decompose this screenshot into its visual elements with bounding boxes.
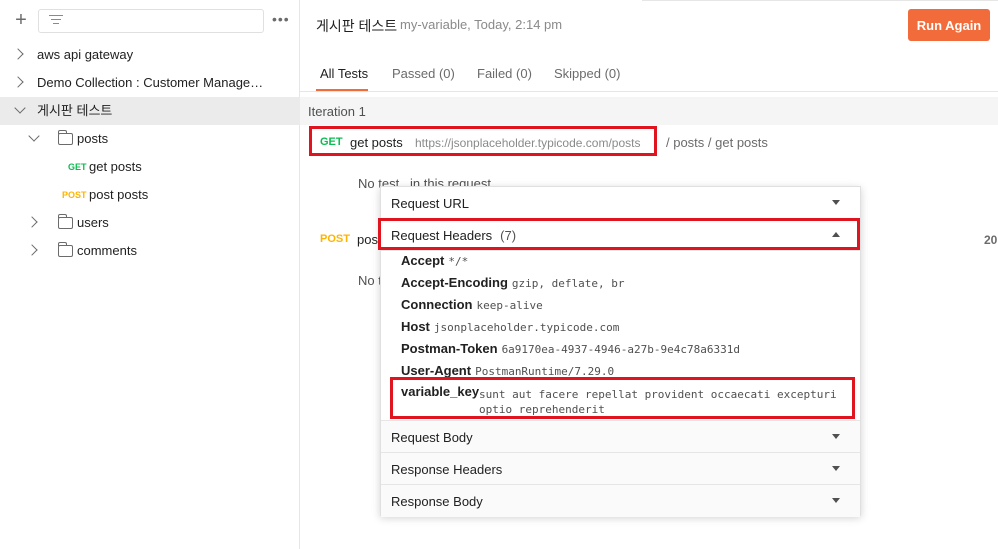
header-row: Connection keep-alive (401, 297, 543, 312)
header-row: Host jsonplaceholder.typicode.com (401, 319, 619, 334)
sidebar-item-board-test[interactable]: 게시판 테스트 (0, 97, 300, 125)
chevron-right-icon[interactable] (26, 216, 38, 228)
folder-icon (58, 214, 73, 229)
sidebar-item-demo-collection[interactable]: Demo Collection : Customer Managem... (0, 69, 300, 97)
sidebar-item-get-posts[interactable]: GET get posts (0, 153, 300, 181)
header-value: keep-alive (476, 299, 543, 312)
header-value: */* (448, 255, 469, 268)
sidebar: + ••• aws api gateway Demo Collection : … (0, 0, 300, 549)
tab-failed[interactable]: Failed (0) (477, 66, 532, 81)
folder-icon (58, 130, 73, 145)
tab-skipped[interactable]: Skipped (0) (554, 66, 620, 81)
no-test-message: No t (358, 273, 382, 288)
header-row: User-Agent PostmanRuntime/7.29.0 (401, 363, 614, 378)
header-key: Connection (401, 297, 473, 312)
header-row: Accept-Encoding gzip, deflate, br (401, 275, 625, 290)
request-path: / posts / get posts (666, 135, 768, 150)
section-label: Request URL (391, 196, 470, 211)
header-value: 6a9170ea-4937-4946-a27b-9e4c78a6331d (501, 343, 740, 356)
caret-down-icon[interactable] (832, 498, 840, 503)
header-key: Accept (401, 253, 445, 268)
response-headers-section[interactable]: Response Headers (381, 453, 860, 485)
sidebar-item-label: Demo Collection : Customer Managem... (37, 75, 269, 90)
run-meta: my-variable, Today, 2:14 pm (400, 17, 563, 32)
caret-down-icon[interactable] (832, 434, 840, 439)
sidebar-item-label: users (77, 215, 109, 230)
chevron-right-icon[interactable] (12, 48, 24, 60)
active-tab-indicator (316, 89, 368, 91)
header-key: Postman-Token (401, 341, 498, 356)
highlight-box (309, 126, 657, 156)
sidebar-item-label: post posts (89, 187, 149, 202)
folder-icon (58, 242, 73, 257)
chevron-right-icon[interactable] (12, 76, 24, 88)
sidebar-item-label: posts (77, 131, 109, 146)
chevron-down-icon[interactable] (28, 130, 40, 142)
caret-down-icon[interactable] (832, 466, 840, 471)
request-url-section[interactable]: Request URL (381, 187, 860, 219)
section-label: Response Headers (391, 462, 503, 477)
caret-down-icon[interactable] (832, 200, 840, 205)
results-header: 게시판 테스트 my-variable, Today, 2:14 pm Run … (300, 0, 998, 48)
more-options-icon[interactable]: ••• (272, 11, 290, 27)
header-key: Host (401, 319, 430, 334)
response-body-section[interactable]: Response Body (381, 485, 860, 517)
header-value: gzip, deflate, br (511, 277, 625, 290)
sidebar-item-label: 게시판 테스트 (37, 103, 113, 118)
sidebar-item-label: get posts (89, 159, 142, 174)
filter-icon[interactable] (49, 15, 63, 27)
chevron-down-icon[interactable] (14, 102, 26, 114)
chevron-right-icon[interactable] (26, 244, 38, 256)
iteration-label: Iteration 1 (308, 104, 366, 119)
plus-icon[interactable]: + (12, 10, 30, 30)
sidebar-item-label: comments (77, 243, 137, 258)
run-title: 게시판 테스트 (316, 18, 398, 34)
sidebar-item-comments[interactable]: comments (0, 237, 300, 265)
sidebar-item-post-posts[interactable]: POST post posts (0, 181, 300, 209)
section-label: Response Body (391, 494, 483, 509)
run-again-button[interactable]: Run Again (908, 9, 990, 41)
tab-all-tests[interactable]: All Tests (320, 66, 368, 81)
sidebar-item-users[interactable]: users (0, 209, 300, 237)
method-badge: POST (62, 190, 87, 200)
results-tabs: All Tests Passed (0) Failed (0) Skipped … (300, 58, 998, 92)
method-badge: POST (320, 233, 350, 245)
method-badge: GET (68, 162, 87, 172)
highlight-box (378, 218, 860, 250)
sidebar-item-label: aws api gateway (37, 47, 134, 62)
header-value: jsonplaceholder.typicode.com (433, 321, 620, 334)
sidebar-toolbar: + ••• (0, 0, 300, 40)
header-key: Accept-Encoding (401, 275, 508, 290)
request-body-section[interactable]: Request Body (381, 421, 860, 453)
iteration-header: Iteration 1 (300, 97, 998, 125)
header-row: Accept */* (401, 253, 468, 268)
status-code: 20 (984, 233, 998, 247)
request-name[interactable]: pos (357, 232, 378, 247)
sidebar-item-aws-api-gateway[interactable]: aws api gateway (0, 41, 300, 69)
tab-passed[interactable]: Passed (0) (392, 66, 455, 81)
header-key: User-Agent (401, 363, 472, 378)
highlight-box (390, 377, 855, 419)
search-input[interactable] (38, 9, 264, 33)
section-label: Request Body (391, 430, 473, 445)
sidebar-item-posts[interactable]: posts (0, 125, 300, 153)
request-details-popup: Request URL Request Headers (7) Accept */*… (378, 186, 861, 517)
header-row: Postman-Token 6a9170ea-4937-4946-a27b-9e4… (401, 341, 740, 356)
